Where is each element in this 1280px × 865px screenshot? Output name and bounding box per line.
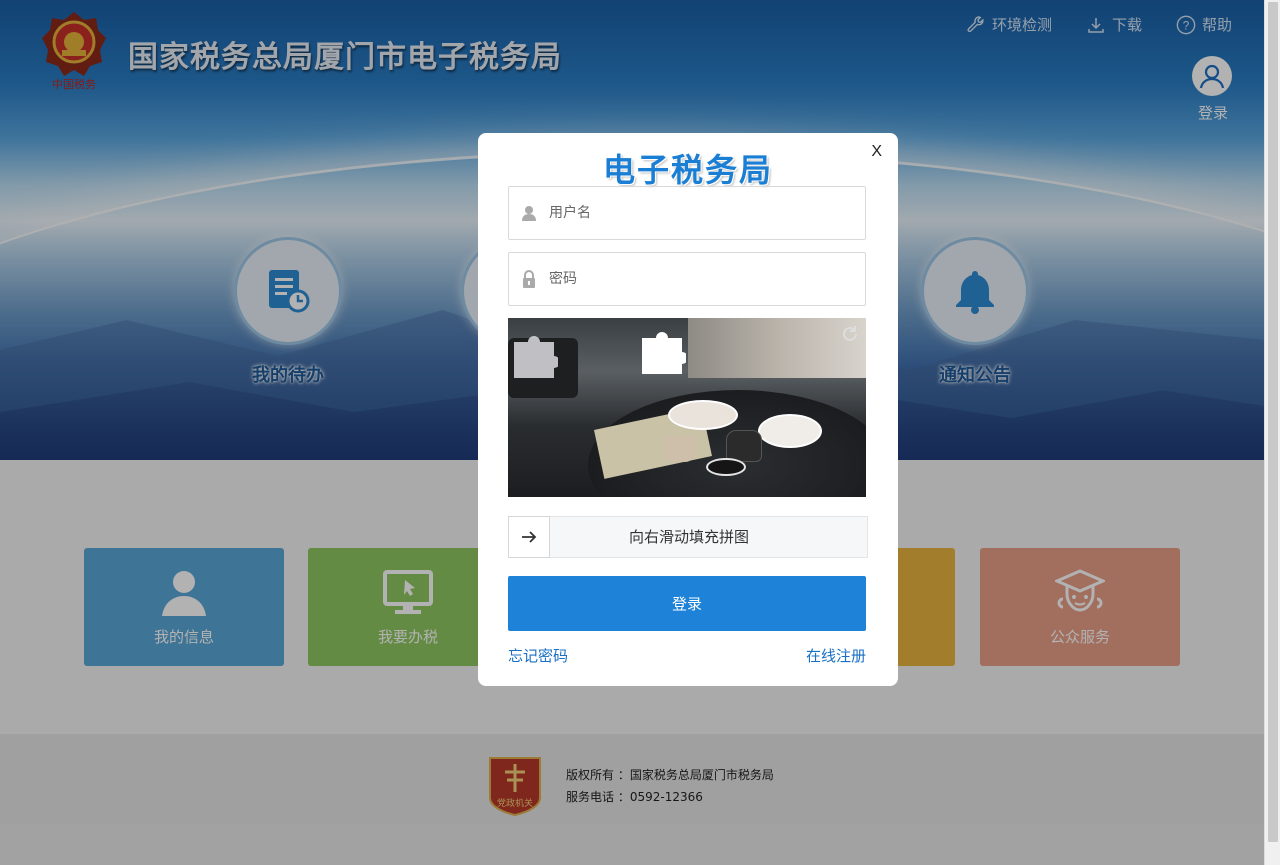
captcha-bg-cup <box>663 436 695 462</box>
password-field[interactable] <box>508 252 866 306</box>
arrow-right-icon <box>522 531 537 543</box>
lock-icon <box>509 270 549 288</box>
modal-title: 电子税务局 <box>602 151 773 189</box>
captcha-bg-plate <box>758 414 822 448</box>
captcha-bg-cup <box>706 458 746 476</box>
captcha-slider[interactable]: 向右滑动填充拼图 <box>508 516 868 558</box>
puzzle-piece-icon[interactable] <box>510 334 558 382</box>
slider-handle[interactable] <box>508 516 550 558</box>
forgot-password-link[interactable]: 忘记密码 <box>508 645 568 666</box>
puzzle-slot-icon <box>642 332 686 374</box>
captcha-bg-teapot <box>726 430 762 462</box>
refresh-icon[interactable] <box>840 324 860 344</box>
login-button[interactable]: 登录 <box>508 576 866 631</box>
page-scrollbar[interactable] <box>1264 0 1280 865</box>
register-link[interactable]: 在线注册 <box>806 645 866 666</box>
slider-hint-text: 向右滑动填充拼图 <box>628 528 749 546</box>
captcha-bg-plate <box>668 400 738 430</box>
username-input[interactable] <box>549 205 849 221</box>
user-icon <box>509 205 549 221</box>
scrollbar-thumb[interactable] <box>1268 2 1278 842</box>
username-field[interactable] <box>508 186 866 240</box>
login-modal: 电子税务局 X 向右滑动 <box>478 133 898 686</box>
password-input[interactable] <box>549 271 849 287</box>
close-button[interactable]: X <box>871 143 882 161</box>
captcha-puzzle-image <box>508 318 866 497</box>
